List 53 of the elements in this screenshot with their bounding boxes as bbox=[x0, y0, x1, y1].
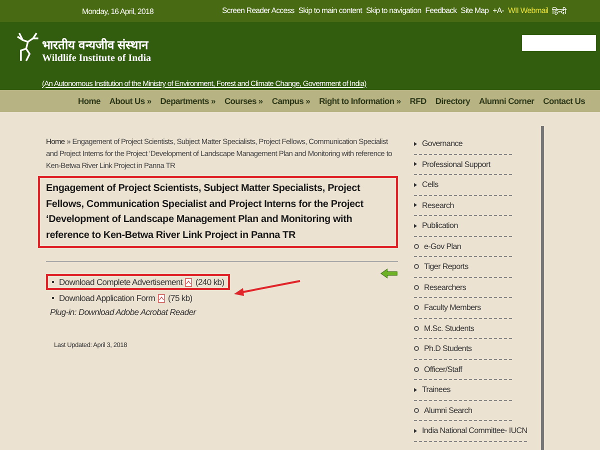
sidebar-item[interactable]: Governance bbox=[414, 134, 512, 154]
nav-item[interactable]: About Us » bbox=[109, 96, 152, 106]
sidebar-item[interactable]: Trainees bbox=[414, 380, 512, 400]
triangle-icon bbox=[414, 428, 417, 433]
triangle-icon bbox=[414, 142, 417, 146]
nav-item[interactable]: RFD bbox=[410, 96, 426, 106]
triangle-icon bbox=[414, 388, 417, 392]
download-link[interactable]: Download Application Form bbox=[59, 293, 155, 303]
nav-item[interactable]: Alumni Corner bbox=[479, 96, 534, 106]
nav-item[interactable]: Right to Information » bbox=[319, 96, 401, 106]
sidebar-item[interactable]: India National Committee- IUCN bbox=[414, 421, 528, 442]
sidebar-item[interactable]: Officer/Staff bbox=[414, 360, 512, 380]
triangle-icon bbox=[414, 162, 417, 166]
triangle-icon bbox=[414, 182, 417, 187]
sidebar-item[interactable]: M.Sc. Students bbox=[414, 318, 512, 339]
dot-icon bbox=[414, 326, 419, 331]
nav-item[interactable]: Departments » bbox=[160, 96, 216, 106]
triangle-icon bbox=[414, 224, 417, 228]
pdf-icon bbox=[158, 294, 165, 302]
sidebar-item[interactable]: Alumni Search bbox=[414, 400, 512, 421]
sidebar-item[interactable]: Faculty Members bbox=[414, 298, 512, 318]
sidebar-item[interactable]: Cells bbox=[414, 175, 512, 196]
triangle-icon bbox=[414, 203, 417, 208]
sidebar-item[interactable]: Tiger Reports bbox=[414, 257, 512, 278]
file-size-text: (240 kb) bbox=[195, 277, 224, 287]
dot-icon bbox=[414, 366, 419, 372]
dot-icon bbox=[414, 264, 419, 270]
download-link[interactable]: Download Complete Advertisement bbox=[59, 277, 182, 287]
dot-icon bbox=[414, 305, 419, 310]
nav-item[interactable]: Courses » bbox=[224, 96, 263, 106]
back-arrow-icon bbox=[380, 268, 398, 279]
nav-item[interactable]: Campus » bbox=[272, 96, 310, 106]
sidebar-item[interactable]: Professional Support bbox=[414, 154, 512, 175]
nav-item[interactable]: Directory bbox=[435, 96, 470, 106]
dot-icon bbox=[414, 244, 419, 249]
dot-icon bbox=[414, 408, 419, 413]
nav-item[interactable]: Contact Us bbox=[543, 96, 586, 106]
page-title: Engagement of Project Scientists, Subject Matter Specialists, Project Fellows, Communication Specialist and Project Interns for the Project ‘Development of Landscape Management Plan and Monitoring with reference to Ken-Betwa River Link Project in Panna TR bbox=[38, 176, 398, 248]
pdf-icon bbox=[185, 278, 192, 286]
logo-text: Wildlife Institute of India bbox=[42, 53, 151, 64]
sidebar-item[interactable]: e-Gov Plan bbox=[414, 236, 512, 257]
nav-item[interactable]: Home bbox=[78, 96, 100, 106]
search-field[interactable] bbox=[522, 35, 596, 51]
sidebar-item[interactable]: Publication bbox=[414, 216, 512, 236]
sidebar-item[interactable]: Researchers bbox=[414, 278, 512, 298]
sidebar-item[interactable]: Research bbox=[414, 196, 512, 216]
dot-icon bbox=[414, 346, 419, 352]
plugin-note: Plug-in: Download Adobe Acrobat Reader bbox=[50, 307, 198, 317]
dot-icon bbox=[414, 284, 419, 290]
logo-hindi-text: भारतीय वन्यजीव संस्थान bbox=[42, 37, 150, 53]
deer-logo-icon bbox=[14, 30, 40, 64]
file-size-text: (75 kb) bbox=[168, 293, 192, 303]
sidebar-item[interactable]: Ph.D Students bbox=[414, 339, 512, 360]
